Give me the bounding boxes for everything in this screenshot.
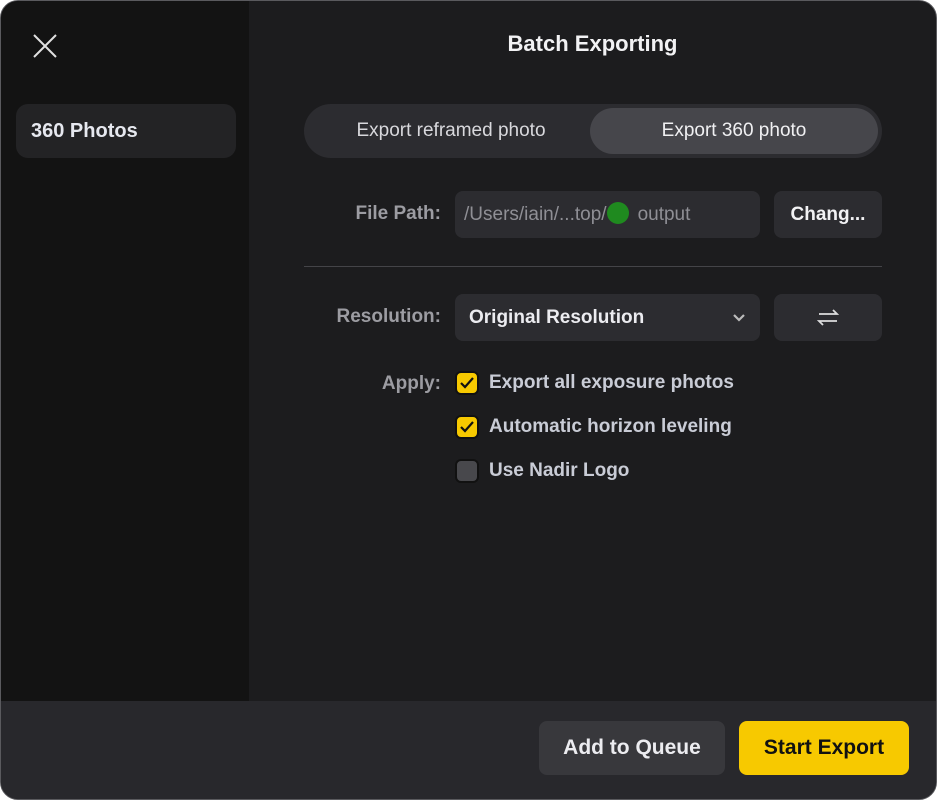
file-path-label: File Path: (355, 203, 441, 224)
file-path-field[interactable]: /Users/iain/...top/output (455, 191, 760, 238)
chevron-down-icon (732, 294, 746, 360)
close-icon (33, 34, 57, 58)
swap-resolution-button[interactable] (774, 294, 882, 341)
sidebar-item-360-photos[interactable]: 360 Photos (16, 104, 236, 158)
folder-color-dot-icon (606, 202, 629, 224)
file-path-suffix: output (637, 204, 691, 225)
divider (304, 266, 882, 267)
change-path-button[interactable]: Chang... (774, 191, 882, 238)
tab-export-reframed-photo[interactable]: Export reframed photo (308, 108, 594, 154)
close-button[interactable] (31, 32, 59, 60)
checkbox-unchecked[interactable] (455, 459, 479, 483)
resolution-label: Resolution: (336, 306, 442, 327)
checkbox-label: Automatic horizon leveling (489, 416, 732, 437)
resolution-value: Original Resolution (469, 307, 645, 328)
swap-arrows-icon (816, 309, 840, 326)
checkbox-label: Use Nadir Logo (489, 460, 630, 481)
start-export-button[interactable]: Start Export (739, 721, 909, 775)
checkbox-nadir-logo[interactable]: Use Nadir Logo (455, 457, 629, 485)
apply-label: Apply: (381, 373, 441, 394)
footer: Add to Queue Start Export (1, 701, 936, 799)
export-mode-toggle: Export reframed photo Export 360 photo (304, 104, 882, 158)
checkbox-checked[interactable] (455, 371, 479, 395)
checkbox-auto-horizon[interactable]: Automatic horizon leveling (455, 413, 732, 441)
checkbox-checked[interactable] (455, 415, 479, 439)
resolution-select[interactable]: Original Resolution (455, 294, 760, 341)
file-path-prefix: /Users/iain/...top/ (464, 204, 607, 225)
batch-export-dialog: 360 Photos Batch Exporting Export refram… (0, 0, 937, 800)
checkmark-icon (460, 377, 474, 389)
checkmark-icon (460, 421, 474, 433)
sidebar: 360 Photos (1, 1, 249, 701)
checkbox-label: Export all exposure photos (489, 372, 734, 393)
dialog-title: Batch Exporting (507, 31, 678, 56)
tab-export-360-photo[interactable]: Export 360 photo (590, 108, 878, 154)
checkbox-export-all-exposure[interactable]: Export all exposure photos (455, 369, 734, 397)
add-to-queue-button[interactable]: Add to Queue (539, 721, 725, 775)
